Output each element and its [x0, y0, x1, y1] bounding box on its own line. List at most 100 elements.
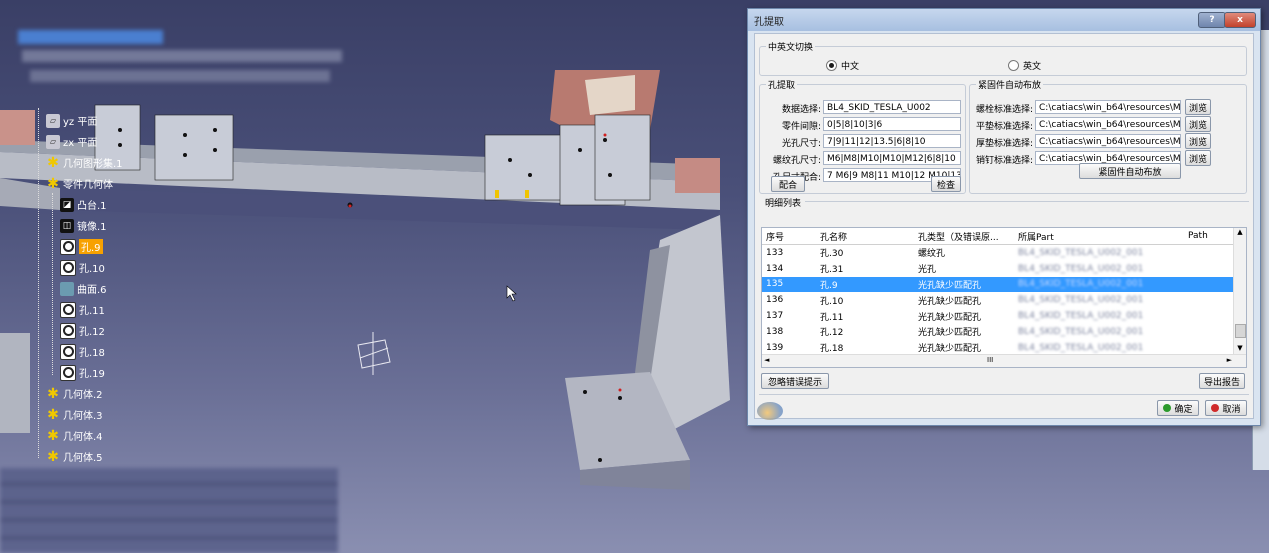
ok-button[interactable]: 确定 [1157, 400, 1199, 416]
fastener-field-label: 销钉标准选择: [975, 156, 1033, 166]
col-header[interactable]: 孔类型（及错误原... [918, 230, 1018, 243]
hole-icon [60, 301, 76, 318]
tree-item-label: 几何图形集.1 [63, 159, 123, 170]
table-cell-part: BL4_SKID_TESLA_U002_001 [1018, 295, 1144, 306]
tree-item-label: yz 平面 [63, 117, 98, 128]
table-row[interactable]: 138 孔.12 光孔缺少匹配孔 BL4_SKID_TESLA_U002_001 [762, 324, 1246, 340]
tree-item[interactable]: ✱ 几何图形集.1 [46, 153, 123, 172]
tree-item[interactable]: ✱ 几何体.2 [46, 384, 103, 403]
hole-field-label: 数据选择: [781, 105, 821, 115]
hole-icon [60, 343, 76, 360]
gear-icon: ✱ [47, 448, 59, 465]
hole-field-input[interactable]: BL4_SKID_TESLA_U002 [823, 100, 961, 114]
scroll-right-icon[interactable]: ► [1227, 356, 1232, 364]
scroll-down-icon[interactable]: ▼ [1234, 344, 1246, 354]
hole-icon [60, 259, 76, 276]
hole-extract-dialog: 孔提取 ? x 中英文切换 中文 英文 孔提取 数据选择: BL4_SKID_TE… [747, 8, 1261, 426]
fastener-field-input[interactable]: C:\catiacs\win_b64\resources\Mc [1035, 100, 1181, 114]
table-row[interactable]: 136 孔.10 光孔缺少匹配孔 BL4_SKID_TESLA_U002_001 [762, 292, 1246, 308]
tree-item-label: 凸台.1 [77, 201, 107, 212]
fastener-field-input[interactable]: C:\catiacs\win_b64\resources\Mc [1035, 117, 1181, 131]
browse-button[interactable]: 浏览 [1185, 133, 1211, 149]
col-header[interactable]: 序号 [762, 230, 820, 243]
tree-item[interactable]: 孔.12 [60, 321, 105, 340]
browse-button[interactable]: 浏览 [1185, 150, 1211, 166]
horizontal-scrollbar[interactable]: ◄ III ► [762, 354, 1246, 367]
table-cell-type: 光孔缺少匹配孔 [918, 280, 982, 291]
tree-item-label: 几何体.2 [63, 390, 103, 401]
cancel-button[interactable]: 取消 [1205, 400, 1247, 416]
radio-dot-icon [826, 60, 837, 71]
table-row[interactable]: 134 孔.31 光孔 BL4_SKID_TESLA_U002_001 [762, 261, 1246, 277]
hole-field-input[interactable]: M6|M8|M10|M10|M12|6|8|10 [823, 151, 961, 165]
tree-item[interactable]: 孔.19 [60, 363, 105, 382]
tree-item[interactable]: ◪ 凸台.1 [60, 195, 107, 214]
scroll-grip[interactable]: III [987, 356, 993, 364]
browse-button[interactable]: 浏览 [1185, 116, 1211, 132]
table-cell-no: 137 [766, 311, 784, 322]
lang-group: 中英文切换 中文 英文 [759, 40, 1247, 76]
ignore-error-button[interactable]: 忽略错误提示 [761, 373, 829, 389]
col-header[interactable]: 孔名称 [820, 230, 918, 243]
tree-item[interactable]: ▱ zx 平面 [46, 132, 97, 151]
tree-item[interactable]: ✱ 零件几何体 [46, 174, 113, 193]
tree-connector [52, 193, 53, 375]
gear-icon: ✱ [47, 154, 59, 171]
export-report-button[interactable]: 导出报告 [1199, 373, 1245, 389]
tree-item-label: 零件几何体 [63, 180, 113, 191]
radio-en[interactable]: 英文 [1008, 59, 1041, 72]
table-cell-no: 133 [766, 247, 784, 258]
match-button[interactable]: 配合 [771, 176, 805, 192]
scroll-left-icon[interactable]: ◄ [764, 356, 769, 364]
table-row[interactable]: 137 孔.11 光孔缺少匹配孔 BL4_SKID_TESLA_U002_001 [762, 308, 1246, 324]
vertical-scrollbar[interactable]: ▲ ▼ [1233, 228, 1246, 354]
tree-item-label: 曲面.6 [77, 285, 107, 296]
table-row[interactable]: 135 孔.9 光孔缺少匹配孔 BL4_SKID_TESLA_U002_001 [762, 276, 1246, 293]
tree-item-label: 几何体.5 [63, 453, 103, 464]
table-cell-no: 138 [766, 326, 784, 337]
tree-item[interactable]: 孔.11 [60, 300, 105, 319]
hole-field-input[interactable]: 7|9|11|12|13.5|6|8|10 [823, 134, 961, 148]
block-5 [594, 114, 651, 201]
gear-icon: ✱ [47, 175, 59, 192]
tree-item[interactable]: 孔.10 [60, 258, 105, 277]
gear-icon: ✱ [47, 406, 59, 423]
tree-item[interactable]: ✱ 几何体.4 [46, 426, 102, 445]
cancel-label: 取消 [1222, 404, 1241, 415]
tree-item[interactable]: 孔.18 [60, 342, 105, 361]
hole-icon [60, 238, 76, 255]
table-header: 序号 孔名称 孔类型（及错误原... 所属Part Path [762, 228, 1246, 245]
col-header[interactable]: Path [1188, 231, 1238, 241]
hole-field-label: 零件间隙: [781, 122, 821, 132]
tree-item[interactable]: ◫ 镜像.1 [60, 216, 107, 235]
tree-item[interactable]: ✱ 几何体.5 [46, 447, 103, 466]
radio-cn[interactable]: 中文 [826, 59, 859, 72]
dialog-titlebar[interactable]: 孔提取 ? x [748, 9, 1260, 31]
table-cell-name: 孔.12 [820, 328, 844, 339]
tree-item[interactable]: ✱ 几何体.3 [46, 405, 102, 424]
close-button[interactable]: x [1224, 12, 1256, 28]
help-button[interactable]: ? [1198, 12, 1226, 28]
block-left-edge [0, 333, 30, 433]
col-header[interactable]: 所属Part [1018, 230, 1188, 243]
tree-item[interactable]: 孔.9 [60, 237, 103, 256]
tree-item-label: 孔.10 [79, 264, 105, 275]
tree-item[interactable]: 曲面.6 [60, 279, 107, 298]
tree-connector [38, 108, 39, 458]
hole-field-input[interactable]: 0|5|8|10|3|6 [823, 117, 961, 131]
table-row[interactable]: 133 孔.30 螺纹孔 BL4_SKID_TESLA_U002_001 [762, 245, 1246, 261]
fastener-field-input[interactable]: C:\catiacs\win_b64\resources\Mc [1035, 134, 1181, 148]
table-cell-part: BL4_SKID_TESLA_U002_001 [1018, 342, 1144, 353]
tree-item[interactable]: ▱ yz 平面 [46, 111, 97, 130]
clamp-top-face [585, 75, 635, 115]
scroll-thumb[interactable] [1235, 324, 1246, 338]
gear-icon: ✱ [47, 385, 59, 402]
auto-place-button[interactable]: 紧固件自动布放 [1079, 163, 1181, 179]
scroll-up-icon[interactable]: ▲ [1234, 228, 1246, 238]
ok-icon [1163, 404, 1172, 412]
fastener-field-label: 螺栓标准选择: [975, 105, 1033, 115]
browse-button[interactable]: 浏览 [1185, 99, 1211, 115]
check-button[interactable]: 检查 [931, 176, 961, 192]
axis-gizmo-icon[interactable] [357, 332, 391, 375]
detail-table[interactable]: 序号 孔名称 孔类型（及错误原... 所属Part Path 133 孔.30 螺纹… [761, 227, 1247, 368]
